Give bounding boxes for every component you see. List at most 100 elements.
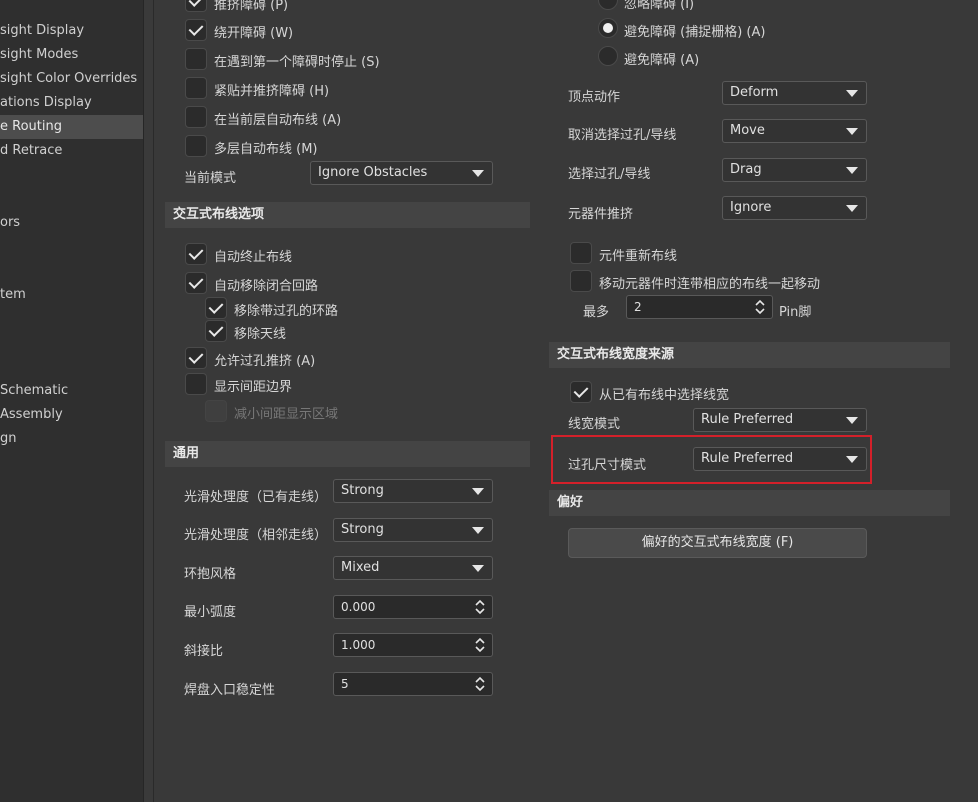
sidebar-item-sight-color-overrides[interactable]: sight Color Overrides [0, 67, 143, 91]
current-mode-dropdown[interactable]: Ignore Obstacles [310, 161, 493, 185]
chevron-down-icon [846, 205, 858, 212]
hugging-style-label: 环抱风格 [184, 567, 237, 582]
up-down-arrows-icon[interactable] [474, 598, 486, 616]
favorite-widths-button[interactable]: 偏好的交互式布线宽度 (F) [568, 528, 867, 558]
sidebar-item-retrace[interactable]: d Retrace [0, 139, 143, 163]
smoothing-adjacent-label: 光滑处理度（相邻走线） [184, 528, 328, 543]
chevron-down-icon [846, 90, 858, 97]
sidebar-item-tem[interactable]: tem [0, 283, 143, 307]
selected-via-track-value: Drag [730, 162, 762, 177]
up-down-arrows-icon[interactable] [754, 298, 766, 316]
selected-via-track-label: 选择过孔/导线 [568, 167, 651, 182]
reduce-clearance-area-checkbox[interactable] [205, 400, 227, 422]
pad-entry-stability-spinner[interactable]: 5 [333, 672, 493, 696]
smoothing-adjacent-dropdown[interactable]: Strong [333, 518, 493, 542]
move-with-component-label: 移动元器件时连带相应的布线一起移动 [599, 277, 821, 292]
sidebar-item-sight-modes[interactable]: sight Modes [0, 43, 143, 67]
push-obstacles-checkbox[interactable] [185, 0, 207, 12]
interactive-options-section-title: 交互式布线选项 [165, 202, 530, 228]
min-arc-ratio-label: 最小弧度 [184, 605, 237, 620]
component-pushing-value: Ignore [730, 200, 772, 215]
chevron-down-icon [472, 488, 484, 495]
width-mode-dropdown[interactable]: Rule Preferred [693, 408, 867, 432]
max-pins-value: 2 [634, 300, 642, 314]
vertex-action-value: Deform [730, 85, 779, 100]
avoid-obstacles-snap-label: 避免障碍 (捕捉栅格) (A) [624, 25, 766, 40]
width-source-section-title: 交互式布线宽度来源 [549, 342, 950, 368]
smoothing-adjacent-value: Strong [341, 522, 384, 537]
vertex-action-dropdown[interactable]: Deform [722, 81, 867, 105]
autoroute-multilayer-checkbox[interactable] [185, 135, 207, 157]
miter-ratio-value: 1.000 [341, 638, 376, 652]
miter-ratio-label: 斜接比 [184, 644, 224, 659]
current-mode-value: Ignore Obstacles [318, 165, 428, 180]
sidebar-item-sight-display[interactable]: sight Display [0, 19, 143, 43]
component-reroute-label: 元件重新布线 [599, 249, 678, 264]
pad-entry-stability-label: 焊盘入口稳定性 [184, 683, 276, 698]
walkaround-obstacles-checkbox[interactable] [185, 19, 207, 41]
current-mode-label: 当前模式 [184, 171, 237, 186]
auto-terminate-label: 自动终止布线 [214, 250, 293, 265]
sidebar: sight Display sight Modes sight Color Ov… [0, 0, 144, 802]
stop-at-first-obstacle-label: 在遇到第一个障碍时停止 (S) [214, 55, 380, 70]
chevron-down-icon [846, 456, 858, 463]
via-size-mode-dropdown[interactable]: Rule Preferred [693, 447, 867, 471]
hug-and-push-checkbox[interactable] [185, 77, 207, 99]
up-down-arrows-icon[interactable] [474, 675, 486, 693]
sidebar-item-schematic[interactable]: Schematic [0, 379, 143, 403]
sidebar-item-routing[interactable]: e Routing [0, 115, 143, 139]
avoid-obstacles-radio[interactable] [598, 46, 618, 66]
miter-ratio-spinner[interactable]: 1.000 [333, 633, 493, 657]
min-arc-ratio-spinner[interactable]: 0.000 [333, 595, 493, 619]
show-clearance-checkbox[interactable] [185, 373, 207, 395]
avoid-obstacles-snap-radio[interactable] [598, 18, 618, 38]
hug-and-push-label: 紧贴并推挤障碍 (H) [214, 84, 330, 99]
autoroute-multilayer-label: 多层自动布线 (M) [214, 142, 318, 157]
sidebar-item-ations-display[interactable]: ations Display [0, 91, 143, 115]
chevron-down-icon [846, 128, 858, 135]
stop-at-first-obstacle-checkbox[interactable] [185, 48, 207, 70]
chevron-down-icon [472, 170, 484, 177]
smoothing-existing-dropdown[interactable]: Strong [333, 479, 493, 503]
max-pins-label: 最多 [583, 305, 610, 320]
avoid-obstacles-label: 避免障碍 (A) [624, 53, 700, 68]
allow-via-pushing-label: 允许过孔推挤 (A) [214, 354, 316, 369]
show-clearance-label: 显示间距边界 [214, 380, 293, 395]
sidebar-item-assembly[interactable]: Assembly [0, 403, 143, 427]
selected-via-track-dropdown[interactable]: Drag [722, 158, 867, 182]
hugging-style-value: Mixed [341, 560, 380, 575]
sidebar-item-gn[interactable]: gn [0, 427, 143, 451]
pad-entry-stability-value: 5 [341, 677, 349, 691]
sidebar-item-ors[interactable]: ors [0, 211, 143, 235]
smoothing-existing-label: 光滑处理度（已有走线） [184, 490, 328, 505]
unselected-via-track-label: 取消选择过孔/导线 [568, 128, 677, 143]
remove-via-loops-checkbox[interactable] [205, 297, 227, 319]
autoroute-current-layer-label: 在当前层自动布线 (A) [214, 113, 342, 128]
up-down-arrows-icon[interactable] [474, 636, 486, 654]
component-reroute-checkbox[interactable] [570, 242, 592, 264]
component-pushing-label: 元器件推挤 [568, 207, 634, 222]
auto-terminate-checkbox[interactable] [185, 243, 207, 265]
max-pins-spinner[interactable]: 2 [626, 295, 773, 319]
smoothing-existing-value: Strong [341, 483, 384, 498]
via-size-mode-value: Rule Preferred [701, 451, 794, 466]
pick-existing-width-checkbox[interactable] [570, 381, 592, 403]
remove-antennas-label: 移除天线 [234, 327, 287, 342]
move-with-component-checkbox[interactable] [570, 270, 592, 292]
width-mode-value: Rule Preferred [701, 412, 794, 427]
vertex-action-label: 顶点动作 [568, 90, 621, 105]
favorites-section-title: 偏好 [549, 490, 950, 516]
component-pushing-dropdown[interactable]: Ignore [722, 196, 867, 220]
walkaround-obstacles-label: 绕开障碍 (W) [214, 26, 294, 41]
allow-via-pushing-checkbox[interactable] [185, 347, 207, 369]
max-pins-unit: Pin脚 [779, 305, 812, 320]
remove-antennas-checkbox[interactable] [205, 320, 227, 342]
chevron-down-icon [846, 167, 858, 174]
chevron-down-icon [846, 417, 858, 424]
auto-remove-loops-label: 自动移除闭合回路 [214, 279, 319, 294]
unselected-via-track-dropdown[interactable]: Move [722, 119, 867, 143]
hugging-style-dropdown[interactable]: Mixed [333, 556, 493, 580]
auto-remove-loops-checkbox[interactable] [185, 272, 207, 294]
autoroute-current-layer-checkbox[interactable] [185, 106, 207, 128]
remove-via-loops-label: 移除带过孔的环路 [234, 304, 339, 319]
